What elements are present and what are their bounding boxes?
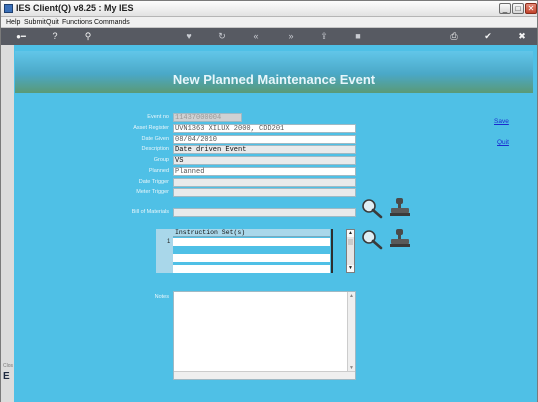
grid-row-number: 1 bbox=[167, 239, 171, 245]
minimize-button[interactable]: _ bbox=[499, 3, 511, 14]
stop-icon[interactable]: ■ bbox=[351, 31, 365, 42]
side-strip-caption: Clos bbox=[3, 363, 14, 369]
grid-scrollbar[interactable]: ▲ ▼ bbox=[346, 229, 355, 273]
notes-textarea[interactable]: ▲ ▼ bbox=[173, 291, 356, 380]
event-no-label: Event no bbox=[147, 114, 169, 120]
bill-of-materials-field[interactable] bbox=[173, 208, 356, 217]
window-close-button[interactable]: ✕ bbox=[525, 3, 537, 14]
menu-submit[interactable]: Submit bbox=[24, 17, 46, 28]
window-title: IES Client(Q) v8.25 : My IES bbox=[16, 3, 134, 13]
asset-register-field[interactable]: UVN1363 XILUX 2000, CDD201 bbox=[173, 124, 356, 133]
scroll-up-icon[interactable]: ▲ bbox=[347, 230, 354, 237]
main-content: Clos E New Planned Maintenance Event Eve… bbox=[1, 45, 537, 402]
printer-icon[interactable]: ⎙ bbox=[447, 31, 461, 42]
date-given-label: Date Given bbox=[141, 136, 169, 142]
asset-register-label: Asset Register bbox=[133, 125, 169, 131]
table-row[interactable] bbox=[173, 238, 330, 246]
menu-commands[interactable]: Commands bbox=[94, 17, 130, 28]
table-row[interactable] bbox=[173, 265, 330, 273]
quit-link[interactable]: Quit bbox=[497, 139, 509, 146]
grid-divider bbox=[331, 229, 333, 273]
rewind-icon[interactable]: « bbox=[249, 31, 263, 42]
instruction-stamp-icon[interactable] bbox=[388, 227, 412, 249]
toolbar: ●━ ? ⚲ ♥ ↻ « » ⇪ ■ ⎙ ✔ ✖ bbox=[1, 28, 537, 45]
group-field[interactable]: VS bbox=[173, 156, 356, 165]
date-trigger-label: Date Trigger bbox=[138, 179, 169, 185]
side-strip-mark: E bbox=[3, 371, 10, 382]
scroll-thumb[interactable] bbox=[348, 239, 353, 245]
app-window: IES Client(Q) v8.25 : My IES _ □ ✕ Help … bbox=[0, 0, 538, 402]
help-icon[interactable]: ? bbox=[48, 31, 62, 42]
planned-label: Planned bbox=[148, 168, 169, 174]
ok-icon[interactable]: ✔ bbox=[481, 31, 495, 42]
scroll-down-icon[interactable]: ▼ bbox=[347, 265, 354, 272]
upload-icon[interactable]: ⇪ bbox=[317, 31, 331, 42]
description-field[interactable]: Date driven Event bbox=[173, 145, 356, 154]
search-icon[interactable]: ⚲ bbox=[81, 31, 95, 42]
side-strip: Clos E bbox=[1, 45, 14, 402]
menu-help[interactable]: Help bbox=[6, 17, 20, 28]
bill-of-materials-label: Bill of Materials bbox=[131, 209, 169, 215]
notes-label: Notes bbox=[154, 294, 169, 300]
notes-vertical-scrollbar[interactable]: ▲ ▼ bbox=[347, 292, 355, 372]
notes-horizontal-scrollbar[interactable] bbox=[174, 371, 355, 379]
heart-icon[interactable]: ♥ bbox=[182, 31, 196, 42]
header-band: New Planned Maintenance Event bbox=[15, 51, 533, 93]
date-trigger-field[interactable] bbox=[173, 178, 356, 187]
page-title: New Planned Maintenance Event bbox=[172, 72, 376, 87]
app-icon bbox=[4, 4, 13, 13]
key-icon[interactable]: ●━ bbox=[11, 31, 31, 42]
menu-quit[interactable]: Quit bbox=[46, 17, 59, 28]
menu-bar: Help Submit Quit Functions Commands bbox=[1, 17, 537, 28]
instruction-set-grid: 1 Instruction Set(s) ▲ ▼ bbox=[156, 229, 357, 274]
bom-stamp-icon[interactable] bbox=[388, 196, 412, 218]
title-bar: IES Client(Q) v8.25 : My IES _ □ ✕ bbox=[1, 1, 537, 17]
bom-search-icon[interactable] bbox=[360, 197, 384, 219]
refresh-icon[interactable]: ↻ bbox=[215, 31, 229, 42]
meter-trigger-label: Meter Trigger bbox=[136, 189, 169, 195]
notes-scroll-up-icon[interactable]: ▲ bbox=[349, 293, 354, 299]
group-label: Group bbox=[153, 157, 169, 163]
event-no-field: 11437000004 bbox=[173, 113, 242, 122]
close-icon[interactable]: ✖ bbox=[515, 31, 529, 42]
save-link[interactable]: Save bbox=[494, 118, 509, 125]
menu-functions[interactable]: Functions bbox=[62, 17, 92, 28]
planned-field[interactable]: Planned bbox=[173, 167, 356, 176]
fast-forward-icon[interactable]: » bbox=[284, 31, 298, 42]
meter-trigger-field[interactable] bbox=[173, 188, 356, 197]
date-given-field[interactable]: 08/04/2010 bbox=[173, 135, 356, 144]
instruction-search-icon[interactable] bbox=[360, 228, 384, 250]
grid-header: Instruction Set(s) bbox=[173, 229, 330, 237]
grid-row-gutter: 1 bbox=[156, 229, 173, 273]
description-label: Description bbox=[141, 146, 169, 152]
table-row[interactable] bbox=[173, 254, 330, 262]
maximize-button[interactable]: □ bbox=[512, 3, 524, 14]
